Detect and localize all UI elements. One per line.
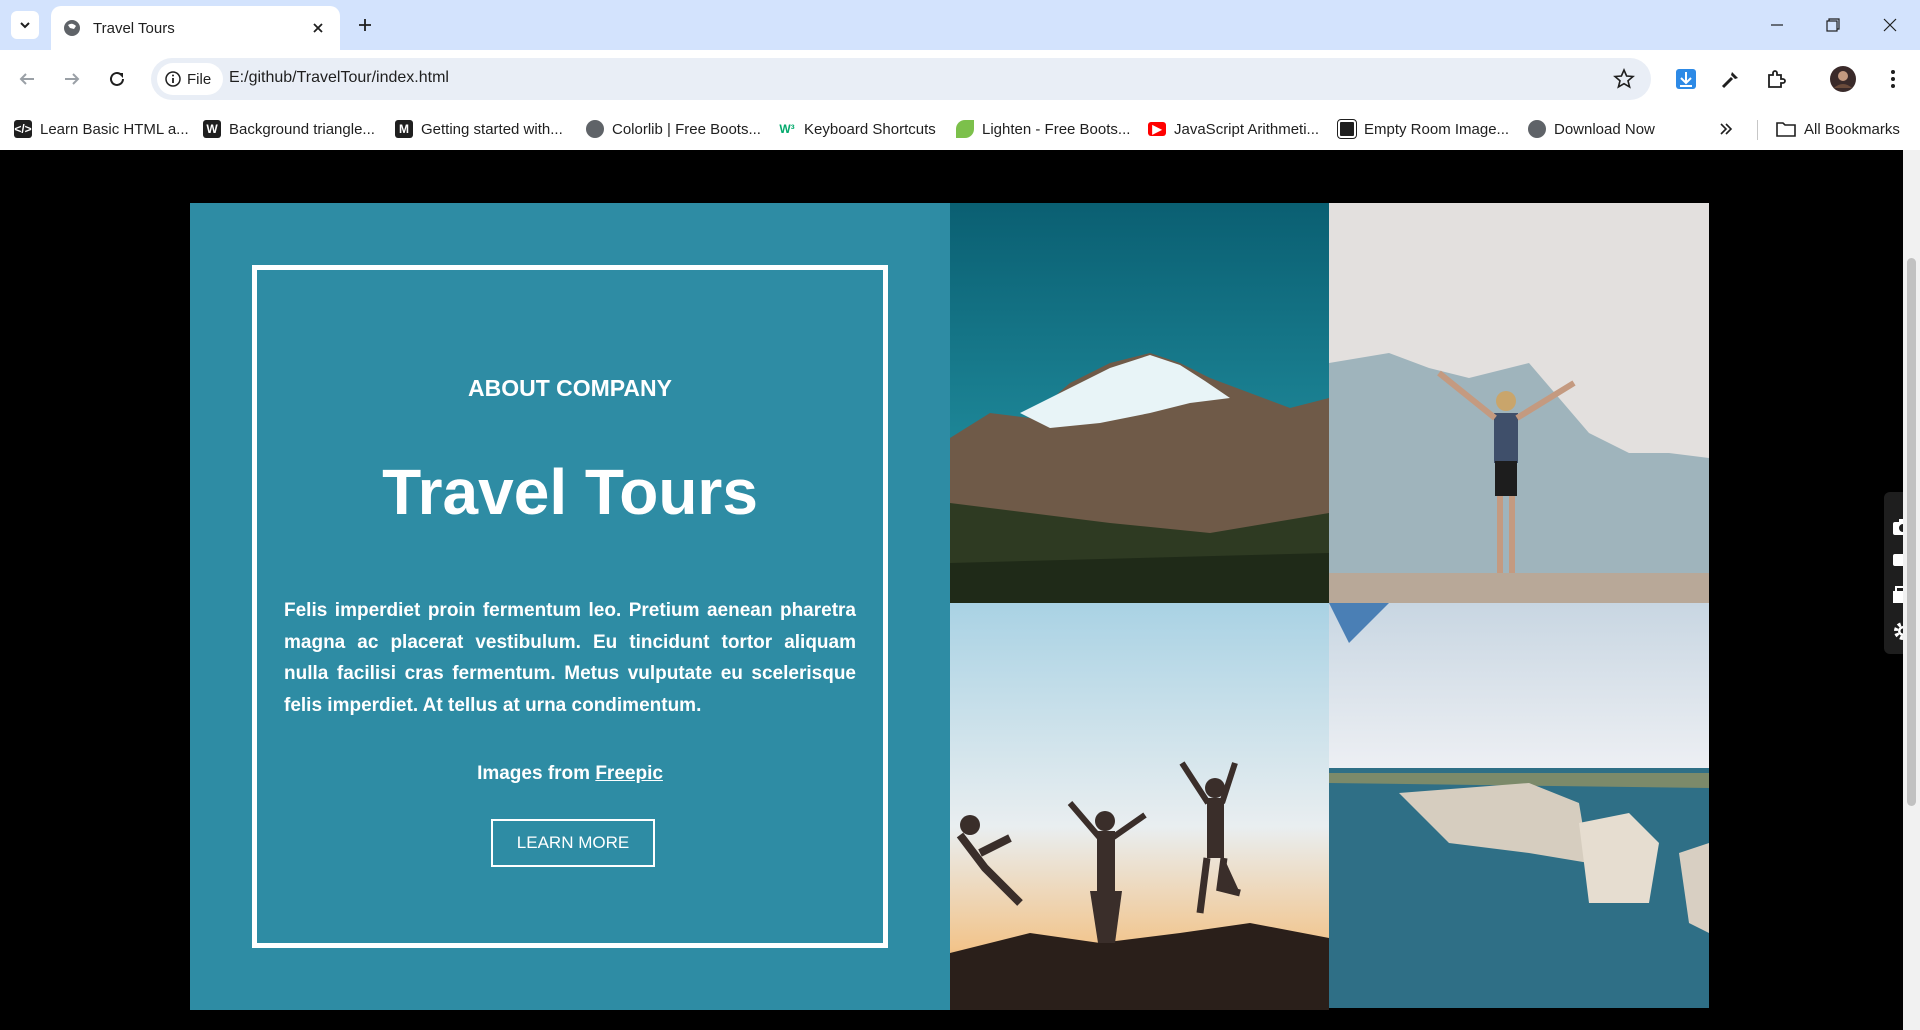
- tab-search-button[interactable]: [11, 11, 39, 39]
- bookmark-item[interactable]: Empty Room Image...: [1337, 117, 1510, 141]
- more-bookmarks-button[interactable]: [1718, 117, 1734, 141]
- plus-icon: [359, 19, 371, 31]
- info-icon: [165, 71, 181, 87]
- bookmarks-divider: [1757, 120, 1758, 140]
- menu-button[interactable]: [1878, 64, 1908, 94]
- globe-icon: [586, 120, 604, 138]
- woman-arms-raised-photo: [1329, 203, 1709, 603]
- tab-title: Travel Tours: [93, 19, 175, 37]
- mountain-photo: [950, 203, 1329, 603]
- minimize-button[interactable]: [1762, 12, 1792, 38]
- all-bookmarks-label: All Bookmarks: [1804, 120, 1900, 138]
- back-button[interactable]: [12, 64, 42, 94]
- bookmark-label: Learn Basic HTML a...: [40, 120, 189, 138]
- arrow-right-icon: [65, 73, 80, 85]
- eyedropper-icon: [1721, 72, 1738, 89]
- page-viewport: ABOUT COMPANY Travel Tours Felis imperdi…: [0, 150, 1920, 1030]
- bookmark-label: Keyboard Shortcuts: [804, 120, 936, 138]
- profile-avatar[interactable]: [1828, 64, 1858, 94]
- download-icon: [1676, 69, 1696, 89]
- folder-icon: [1776, 122, 1796, 137]
- globe-icon: [1528, 120, 1546, 138]
- bookmark-item[interactable]: W Background triangle...: [203, 117, 375, 141]
- leaf-icon: [956, 120, 974, 138]
- browser-toolbar: File E:/github/TravelTour/index.html: [0, 50, 1920, 108]
- avatar-icon: [1830, 66, 1856, 92]
- reload-icon: [110, 71, 124, 86]
- kebab-menu-icon: [1891, 70, 1895, 88]
- bookmark-label: Getting started with...: [421, 120, 563, 138]
- bookmark-item[interactable]: Download Now: [1528, 117, 1655, 141]
- bookmark-item[interactable]: Colorlib | Free Boots...: [586, 117, 761, 141]
- bookmark-label: Colorlib | Free Boots...: [612, 120, 761, 138]
- tab-strip: Travel Tours: [0, 0, 1920, 50]
- about-frame: ABOUT COMPANY Travel Tours Felis imperdi…: [252, 265, 888, 948]
- globe-icon: [64, 20, 80, 36]
- extensions-button[interactable]: [1761, 64, 1791, 94]
- chevron-double-right-icon: [1720, 123, 1733, 135]
- bookmark-label: Download Now: [1554, 120, 1655, 138]
- scrollbar-thumb[interactable]: [1907, 258, 1916, 806]
- freepic-link[interactable]: Freepic: [595, 763, 663, 784]
- close-icon: [1883, 18, 1897, 32]
- restore-icon: [1826, 18, 1840, 32]
- site-chip-label: File: [187, 70, 212, 88]
- bookmark-label: Empty Room Image...: [1364, 120, 1510, 138]
- coastal-cliffs-photo: [1329, 603, 1709, 1008]
- all-bookmarks-button[interactable]: All Bookmarks: [1776, 117, 1900, 141]
- jumping-silhouettes-photo: [950, 603, 1329, 1010]
- youtube-icon: ▶: [1148, 122, 1166, 136]
- restore-button[interactable]: [1818, 12, 1848, 38]
- learn-more-button[interactable]: LEARN MORE: [491, 819, 655, 867]
- about-panel: ABOUT COMPANY Travel Tours Felis imperdi…: [190, 203, 950, 1010]
- square-icon: [1337, 119, 1357, 139]
- w-icon: W: [203, 120, 221, 138]
- close-tab-icon[interactable]: [308, 18, 328, 38]
- reload-button[interactable]: [102, 64, 132, 94]
- url-text[interactable]: E:/github/TravelTour/index.html: [229, 69, 449, 87]
- about-heading: ABOUT COMPANY: [467, 375, 672, 401]
- new-tab-button[interactable]: [352, 12, 378, 38]
- bookmark-item[interactable]: ▶ JavaScript Arithmeti...: [1148, 117, 1319, 141]
- bookmark-star-icon[interactable]: [1613, 67, 1635, 95]
- company-description: Felis imperdiet proin fermentum leo. Pre…: [284, 600, 856, 716]
- image-credit: Images from Freepic: [257, 763, 883, 785]
- eyedropper-extension-button[interactable]: [1716, 64, 1746, 94]
- code-icon: </>: [14, 120, 32, 138]
- site-info-chip[interactable]: File: [157, 63, 223, 95]
- bookmark-item[interactable]: M Getting started with...: [395, 117, 563, 141]
- page-title: Travel Tours: [382, 456, 758, 528]
- forward-button[interactable]: [57, 64, 87, 94]
- close-window-button[interactable]: [1875, 12, 1905, 38]
- credit-prefix: Images from: [477, 763, 591, 784]
- m-icon: M: [395, 120, 413, 138]
- bookmark-item[interactable]: W³ Keyboard Shortcuts: [778, 117, 936, 141]
- bookmark-label: JavaScript Arithmeti...: [1174, 120, 1320, 138]
- arrow-left-icon: [19, 73, 34, 85]
- bookmarks-bar: </> Learn Basic HTML a... W Background t…: [0, 108, 1920, 150]
- chevron-down-icon: [20, 22, 30, 29]
- download-extension-button[interactable]: [1671, 64, 1701, 94]
- address-bar[interactable]: File E:/github/TravelTour/index.html: [151, 58, 1651, 100]
- puzzle-icon: [1768, 70, 1786, 88]
- page-scrollbar[interactable]: [1903, 150, 1920, 1030]
- tab-travel-tours[interactable]: Travel Tours: [51, 6, 340, 50]
- bookmark-item[interactable]: Lighten - Free Boots...: [956, 117, 1130, 141]
- bookmark-label: Background triangle...: [229, 120, 375, 138]
- bookmark-label: Lighten - Free Boots...: [982, 120, 1131, 138]
- w3-icon: W³: [779, 122, 795, 136]
- minimize-icon: [1771, 24, 1783, 26]
- bookmark-item[interactable]: </> Learn Basic HTML a...: [14, 117, 189, 141]
